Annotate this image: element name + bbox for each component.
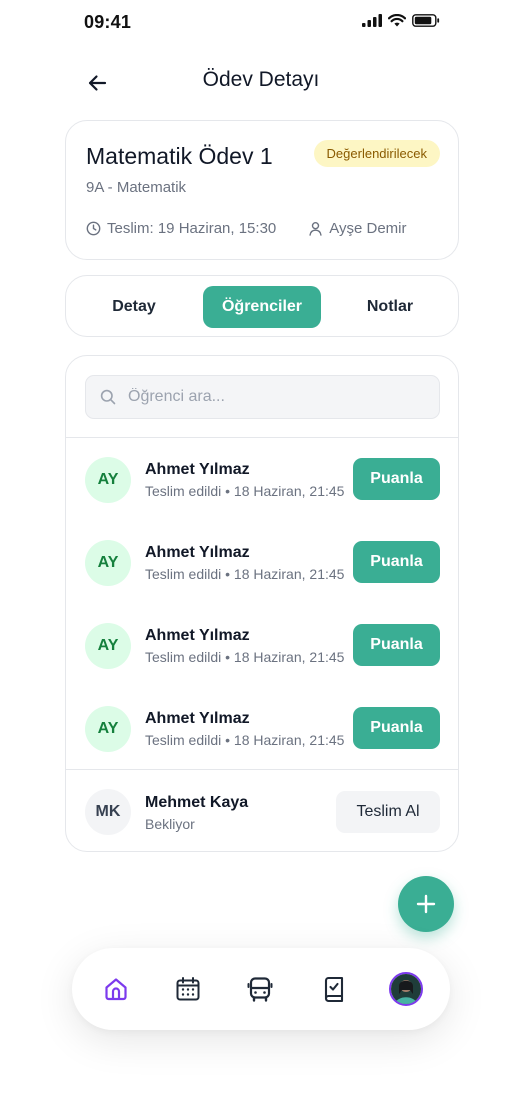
avatar: AY (85, 706, 131, 752)
home-icon (105, 978, 127, 1001)
search-icon (100, 389, 116, 405)
student-status: Teslim edildi • 18 Haziran, 21:45 (145, 566, 345, 582)
student-row: AY Ahmet Yılmaz Teslim edildi • 18 Hazir… (66, 438, 458, 521)
status-time: 09:41 (84, 12, 132, 32)
student-status: Teslim edildi • 18 Haziran, 21:45 (145, 732, 345, 748)
student-row: AY Ahmet Yılmaz Teslim edildi • 18 Hazir… (66, 521, 458, 604)
add-button[interactable] (398, 876, 454, 932)
wifi-icon (388, 14, 406, 27)
tab-ogrenciler[interactable]: Öğrenciler (203, 286, 321, 328)
search-input[interactable] (128, 388, 428, 406)
nav-bus[interactable] (243, 972, 277, 1006)
student-row: AY Ahmet Yılmaz Teslim edildi • 18 Hazir… (66, 687, 458, 770)
avatar: AY (85, 457, 131, 503)
profile-photo (391, 974, 421, 1004)
page-title: Ödev Detayı (202, 68, 320, 91)
due-date-text: Teslim: 19 Haziran, 15:30 (107, 220, 277, 237)
user-icon (309, 221, 322, 236)
plus-icon (416, 894, 436, 914)
teacher: Ayşe Demir (308, 220, 407, 237)
student-name: Ahmet Yılmaz (145, 544, 250, 561)
header: Ödev Detayı (0, 58, 522, 106)
status-icons (362, 14, 440, 27)
nav-book[interactable] (317, 972, 351, 1006)
student-status: Teslim edildi • 18 Haziran, 21:45 (145, 649, 345, 665)
student-list-card: AY Ahmet Yılmaz Teslim edildi • 18 Hazir… (65, 355, 459, 852)
avatar: AY (85, 623, 131, 669)
avatar: AY (85, 540, 131, 586)
search-box (85, 375, 440, 419)
tabs: Detay Öğrenciler Notlar (65, 275, 459, 337)
teacher-name: Ayşe Demir (329, 220, 407, 237)
student-name: Mehmet Kaya (145, 794, 249, 811)
tab-notlar[interactable]: Notlar (352, 286, 428, 328)
student-row: MK Mehmet Kaya Bekliyor Teslim Al (66, 770, 458, 851)
avatar: MK (85, 789, 131, 835)
tab-detay[interactable]: Detay (96, 286, 172, 328)
grade-button[interactable]: Puanla (353, 458, 440, 500)
student-name: Ahmet Yılmaz (145, 461, 250, 478)
assignment-meta: Teslim: 19 Haziran, 15:30 Ayşe Demir (86, 220, 407, 237)
student-status: Bekliyor (145, 816, 195, 832)
profile-avatar[interactable] (389, 972, 423, 1006)
due-date: Teslim: 19 Haziran, 15:30 (86, 220, 276, 237)
status-bar: 09:41 (0, 0, 522, 48)
nav-home[interactable] (99, 972, 133, 1006)
status-badge: Değerlendirilecek (313, 140, 440, 167)
calendar-icon (176, 977, 200, 1001)
assignment-card: Matematik Ödev 1 Değerlendirilecek 9A - … (65, 120, 459, 260)
student-status: Teslim edildi • 18 Haziran, 21:45 (145, 483, 345, 499)
student-name: Ahmet Yılmaz (145, 627, 250, 644)
signal-icon (362, 14, 382, 27)
bottom-nav (72, 948, 450, 1030)
nav-calendar[interactable] (171, 972, 205, 1006)
receive-button[interactable]: Teslim Al (336, 791, 440, 833)
student-name: Ahmet Yılmaz (145, 710, 250, 727)
battery-icon (412, 14, 440, 27)
grade-button[interactable]: Puanla (353, 541, 440, 583)
grade-button[interactable]: Puanla (353, 624, 440, 666)
grade-button[interactable]: Puanla (353, 707, 440, 749)
clock-icon (86, 221, 101, 236)
assignment-title: Matematik Ödev 1 (86, 143, 273, 169)
student-row: AY Ahmet Yılmaz Teslim edildi • 18 Hazir… (66, 604, 458, 687)
assignment-class: 9A - Matematik (86, 179, 187, 196)
bus-icon (247, 977, 273, 1002)
book-check-icon (324, 976, 344, 1003)
